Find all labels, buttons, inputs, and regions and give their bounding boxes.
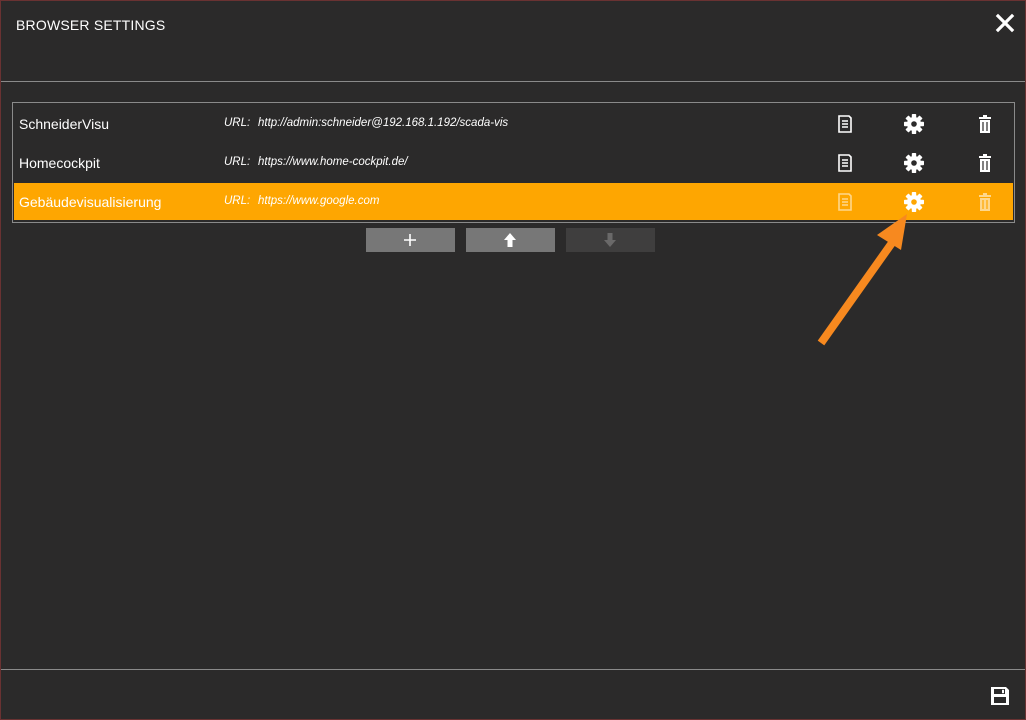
entry-name: SchneiderVisu — [19, 116, 110, 132]
plus-icon — [404, 234, 416, 246]
trash-icon — [979, 115, 991, 133]
browser-settings-window: BROWSER SETTINGS SchneiderVisu URL: http… — [0, 0, 1026, 720]
entry-name: Homecockpit — [19, 155, 100, 171]
url-label: URL: — [224, 117, 251, 129]
title-bar: BROWSER SETTINGS — [1, 1, 1025, 82]
document-icon — [838, 154, 852, 172]
gear-icon — [904, 114, 924, 134]
move-down-button[interactable] — [566, 228, 655, 252]
save-button[interactable] — [989, 685, 1011, 707]
edit-entry-button[interactable] — [834, 191, 856, 213]
delete-entry-button[interactable] — [974, 113, 996, 135]
browser-entry-list: SchneiderVisu URL: http://admin:schneide… — [12, 102, 1015, 223]
list-item-selected[interactable]: Gebäudevisualisierung URL: https://www.g… — [14, 183, 1013, 220]
floppy-disk-icon — [991, 687, 1009, 705]
document-icon — [838, 115, 852, 133]
delete-entry-button[interactable] — [974, 191, 996, 213]
close-button[interactable] — [993, 11, 1017, 35]
footer-bar — [1, 669, 1025, 720]
arrow-up-icon — [504, 233, 516, 247]
entry-settings-button[interactable] — [903, 191, 925, 213]
add-entry-button[interactable] — [366, 228, 455, 252]
arrow-down-icon — [604, 233, 616, 247]
trash-icon — [979, 154, 991, 172]
entry-settings-button[interactable] — [903, 113, 925, 135]
edit-entry-button[interactable] — [834, 113, 856, 135]
gear-icon — [904, 153, 924, 173]
entry-name: Gebäudevisualisierung — [19, 194, 162, 210]
document-icon — [838, 193, 852, 211]
trash-icon — [979, 193, 991, 211]
gear-icon — [904, 192, 924, 212]
list-item[interactable]: Homecockpit URL: https://www.home-cockpi… — [14, 144, 1013, 181]
url-label: URL: — [224, 195, 251, 207]
url-label: URL: — [224, 156, 251, 168]
entry-url: https://www.home-cockpit.de/ — [258, 156, 408, 168]
delete-entry-button[interactable] — [974, 152, 996, 174]
entry-url: http://admin:schneider@192.168.1.192/sca… — [258, 117, 509, 129]
window-title: BROWSER SETTINGS — [16, 17, 166, 33]
entry-url: https://www.google.com — [258, 195, 380, 207]
close-icon — [995, 13, 1015, 33]
edit-entry-button[interactable] — [834, 152, 856, 174]
list-item[interactable]: SchneiderVisu URL: http://admin:schneide… — [14, 105, 1013, 142]
move-up-button[interactable] — [466, 228, 555, 252]
entry-settings-button[interactable] — [903, 152, 925, 174]
